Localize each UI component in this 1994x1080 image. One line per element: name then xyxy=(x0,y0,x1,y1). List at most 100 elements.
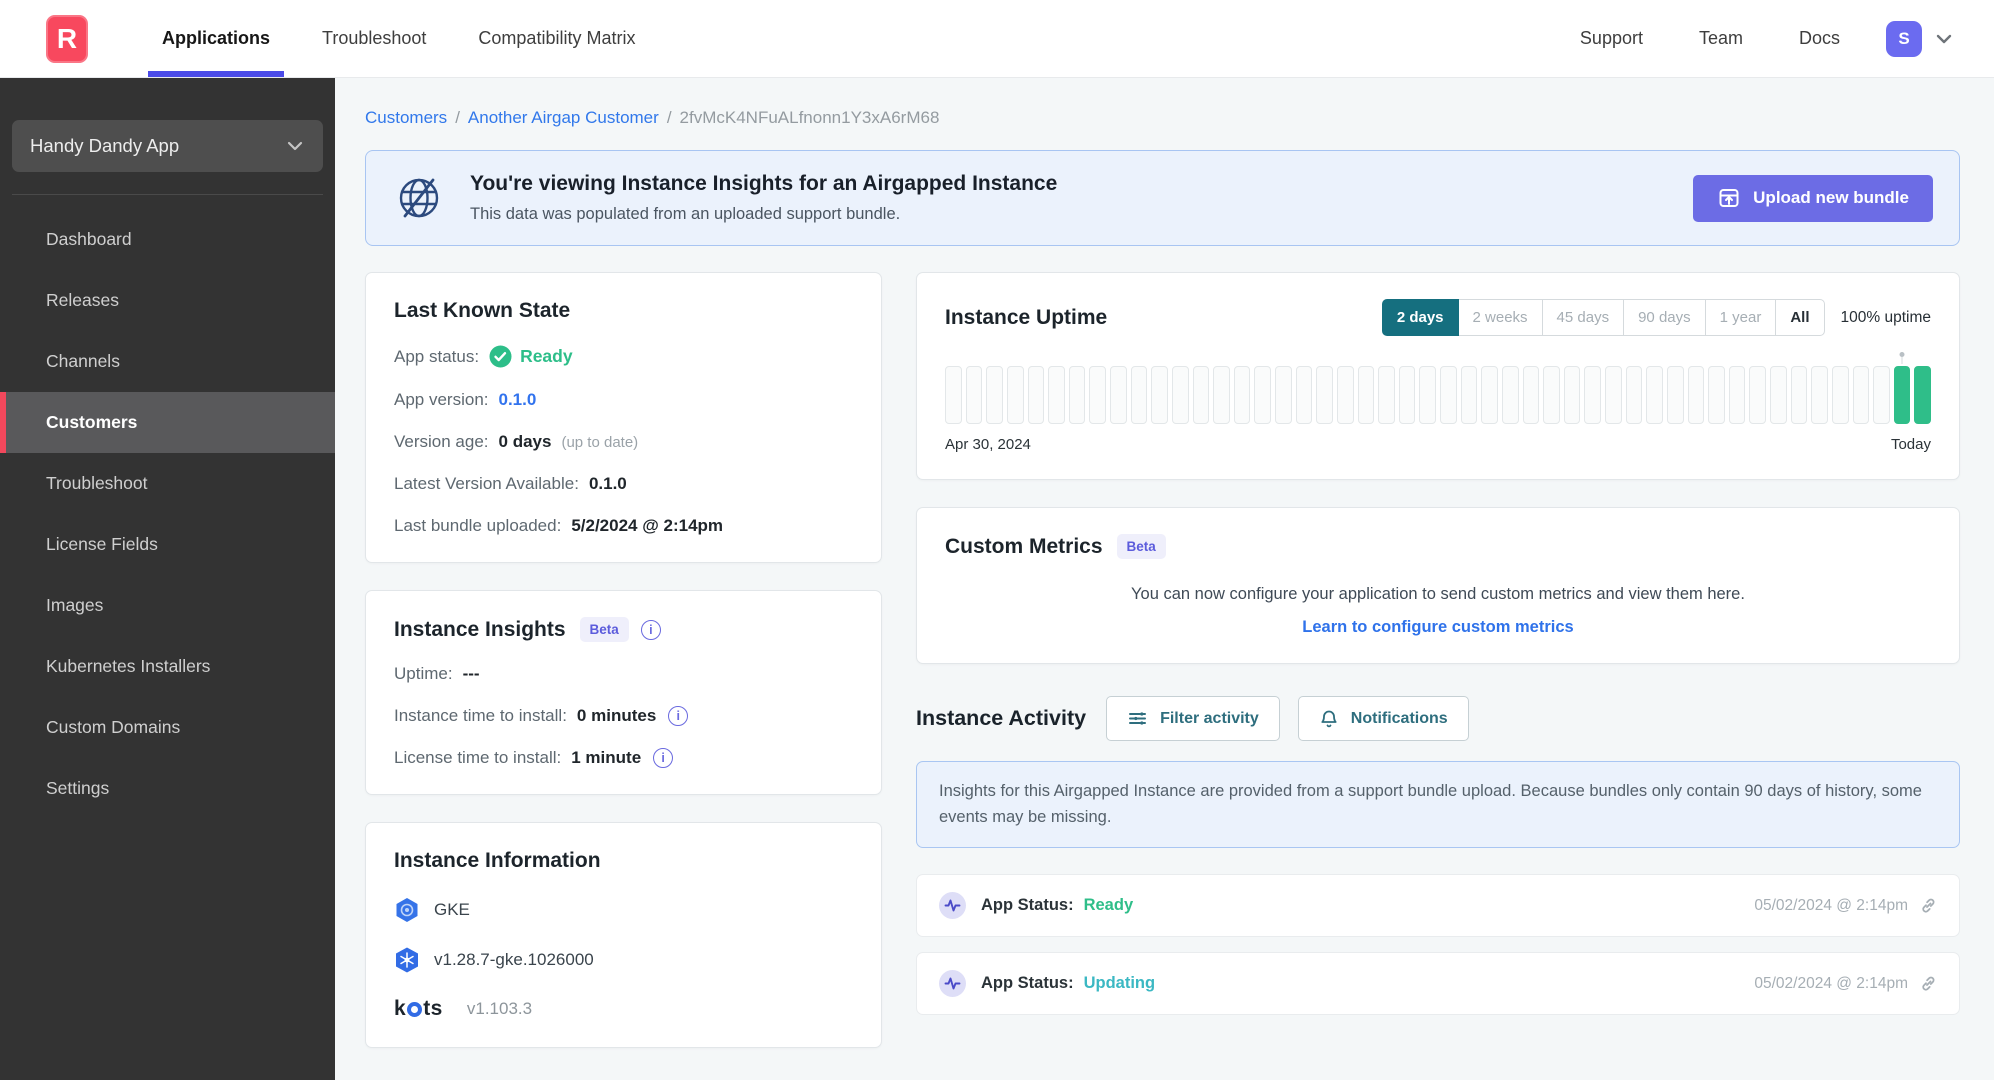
card-title: Custom Metrics xyxy=(945,534,1103,558)
uptime-bar-empty[interactable] xyxy=(1460,366,1478,424)
up-to-date-note: (up to date) xyxy=(561,433,639,451)
range-2-weeks[interactable]: 2 weeks xyxy=(1457,299,1543,336)
permalink-icon[interactable] xyxy=(1920,897,1937,914)
uptime-bar-empty[interactable] xyxy=(1749,366,1766,424)
card-title: Instance Insights xyxy=(394,617,566,641)
k8s-version-value: v1.28.7-gke.1026000 xyxy=(434,950,594,969)
uptime-bar-empty[interactable] xyxy=(1852,366,1870,424)
activity-event-row[interactable]: App Status: Updating 05/02/2024 @ 2:14pm xyxy=(916,952,1960,1016)
breadcrumb-separator: / xyxy=(666,108,672,127)
sidebar-item-settings[interactable]: Settings xyxy=(0,758,335,819)
uptime-bar-empty[interactable] xyxy=(1006,366,1024,424)
sidebar-item-custom-domains[interactable]: Custom Domains xyxy=(0,697,335,758)
uptime-bar-empty[interactable] xyxy=(1357,366,1375,424)
uptime-bar-up[interactable] xyxy=(1893,352,1911,424)
status-badge: Ready xyxy=(520,346,573,366)
uptime-bar-empty[interactable] xyxy=(1275,366,1292,424)
kots-version-row: k ts v1.103.3 xyxy=(394,997,853,1021)
nav-link-docs[interactable]: Docs xyxy=(1771,28,1868,49)
uptime-bar-empty[interactable] xyxy=(1048,366,1065,424)
replicated-logo[interactable]: R xyxy=(46,14,88,63)
uptime-bar-empty[interactable] xyxy=(1873,366,1890,424)
range-all[interactable]: All xyxy=(1775,299,1825,336)
permalink-icon[interactable] xyxy=(1920,975,1937,992)
uptime-bar-empty[interactable] xyxy=(1543,366,1560,424)
uptime-bar-empty[interactable] xyxy=(1213,366,1230,424)
chevron-down-icon[interactable] xyxy=(1934,29,1954,49)
uptime-bar-empty[interactable] xyxy=(1666,366,1684,424)
configure-custom-metrics-link[interactable]: Learn to configure custom metrics xyxy=(945,618,1931,637)
uptime-bar-empty[interactable] xyxy=(1687,366,1705,424)
range-1-year[interactable]: 1 year xyxy=(1704,299,1777,336)
info-icon[interactable]: i xyxy=(640,619,661,640)
upload-new-bundle-button[interactable]: Upload new bundle xyxy=(1693,174,1933,222)
uptime-bar-empty[interactable] xyxy=(1192,366,1210,424)
uptime-bar-empty[interactable] xyxy=(1089,366,1106,424)
uptime-bar-empty[interactable] xyxy=(1770,366,1787,424)
app-selector-dropdown[interactable]: Handy Dandy App xyxy=(12,120,323,172)
range-90-days[interactable]: 90 days xyxy=(1623,299,1706,336)
uptime-bar-empty[interactable] xyxy=(1625,366,1643,424)
uptime-bar-empty[interactable] xyxy=(1068,366,1086,424)
last-known-state-card: Last Known State App status: Ready App v… xyxy=(365,272,882,563)
filter-activity-button[interactable]: Filter activity xyxy=(1106,696,1280,741)
uptime-bar-empty[interactable] xyxy=(1811,366,1828,424)
uptime-bar-empty[interactable] xyxy=(1563,366,1581,424)
uptime-bar-empty[interactable] xyxy=(1254,366,1271,424)
activity-event-row[interactable]: App Status: Ready 05/02/2024 @ 2:14pm xyxy=(916,874,1960,938)
info-icon[interactable]: i xyxy=(668,706,689,726)
sidebar-item-kubernetes-installers[interactable]: Kubernetes Installers xyxy=(0,636,335,697)
filter-sliders-icon xyxy=(1127,708,1148,729)
uptime-bar-empty[interactable] xyxy=(1605,366,1622,424)
app-version-link[interactable]: 0.1.0 xyxy=(499,390,537,410)
upload-icon xyxy=(1717,186,1741,210)
uptime-bar-empty[interactable] xyxy=(1336,366,1354,424)
uptime-bar-empty[interactable] xyxy=(1728,366,1746,424)
uptime-bar-empty[interactable] xyxy=(1831,366,1849,424)
uptime-bar-empty[interactable] xyxy=(1233,366,1251,424)
uptime-bar-empty[interactable] xyxy=(1501,366,1519,424)
sidebar-item-customers[interactable]: Customers xyxy=(0,392,335,453)
uptime-bar-up[interactable] xyxy=(1914,366,1931,424)
info-icon[interactable]: i xyxy=(653,748,674,768)
avatar[interactable]: S xyxy=(1886,20,1922,57)
sidebar-item-channels[interactable]: Channels xyxy=(0,331,335,392)
nav-link-team[interactable]: Team xyxy=(1671,28,1771,49)
breadcrumb-customer-name[interactable]: Another Airgap Customer xyxy=(468,108,659,128)
uptime-bar-empty[interactable] xyxy=(1481,366,1498,424)
uptime-axis: Apr 30, 2024 Today xyxy=(945,436,1931,453)
range-45-days[interactable]: 45 days xyxy=(1541,299,1625,336)
kots-version-value: v1.103.3 xyxy=(466,999,533,1018)
nav-link-support[interactable]: Support xyxy=(1552,28,1671,49)
uptime-bar-empty[interactable] xyxy=(965,366,983,424)
sidebar-item-troubleshoot[interactable]: Troubleshoot xyxy=(0,453,335,514)
uptime-bar-empty[interactable] xyxy=(1027,366,1045,424)
range-2-days[interactable]: 2 days xyxy=(1381,299,1459,336)
nav-tab-compatibility-matrix[interactable]: Compatibility Matrix xyxy=(452,0,661,77)
uptime-bar-empty[interactable] xyxy=(986,366,1003,424)
uptime-bar-empty[interactable] xyxy=(1584,366,1601,424)
uptime-bar-empty[interactable] xyxy=(1419,366,1436,424)
uptime-bar-empty[interactable] xyxy=(1110,366,1127,424)
uptime-bar-empty[interactable] xyxy=(1398,366,1416,424)
uptime-bar-empty[interactable] xyxy=(1295,366,1313,424)
uptime-bar-empty[interactable] xyxy=(1130,366,1148,424)
uptime-bar-empty[interactable] xyxy=(945,366,962,424)
sidebar-item-license-fields[interactable]: License Fields xyxy=(0,514,335,575)
uptime-bar-empty[interactable] xyxy=(1790,366,1808,424)
sidebar-item-images[interactable]: Images xyxy=(0,575,335,636)
uptime-bar-empty[interactable] xyxy=(1171,366,1189,424)
uptime-bar-empty[interactable] xyxy=(1646,366,1663,424)
sidebar-item-releases[interactable]: Releases xyxy=(0,270,335,331)
sidebar-item-dashboard[interactable]: Dashboard xyxy=(0,209,335,270)
uptime-bar-empty[interactable] xyxy=(1708,366,1725,424)
uptime-bar-empty[interactable] xyxy=(1522,366,1540,424)
nav-tab-applications[interactable]: Applications xyxy=(136,0,296,77)
uptime-bar-empty[interactable] xyxy=(1151,366,1168,424)
uptime-bar-empty[interactable] xyxy=(1440,366,1457,424)
notifications-button[interactable]: Notifications xyxy=(1297,696,1469,741)
uptime-bar-empty[interactable] xyxy=(1316,366,1333,424)
uptime-bar-empty[interactable] xyxy=(1378,366,1395,424)
breadcrumb-customers[interactable]: Customers xyxy=(365,108,447,128)
nav-tab-troubleshoot[interactable]: Troubleshoot xyxy=(296,0,452,77)
